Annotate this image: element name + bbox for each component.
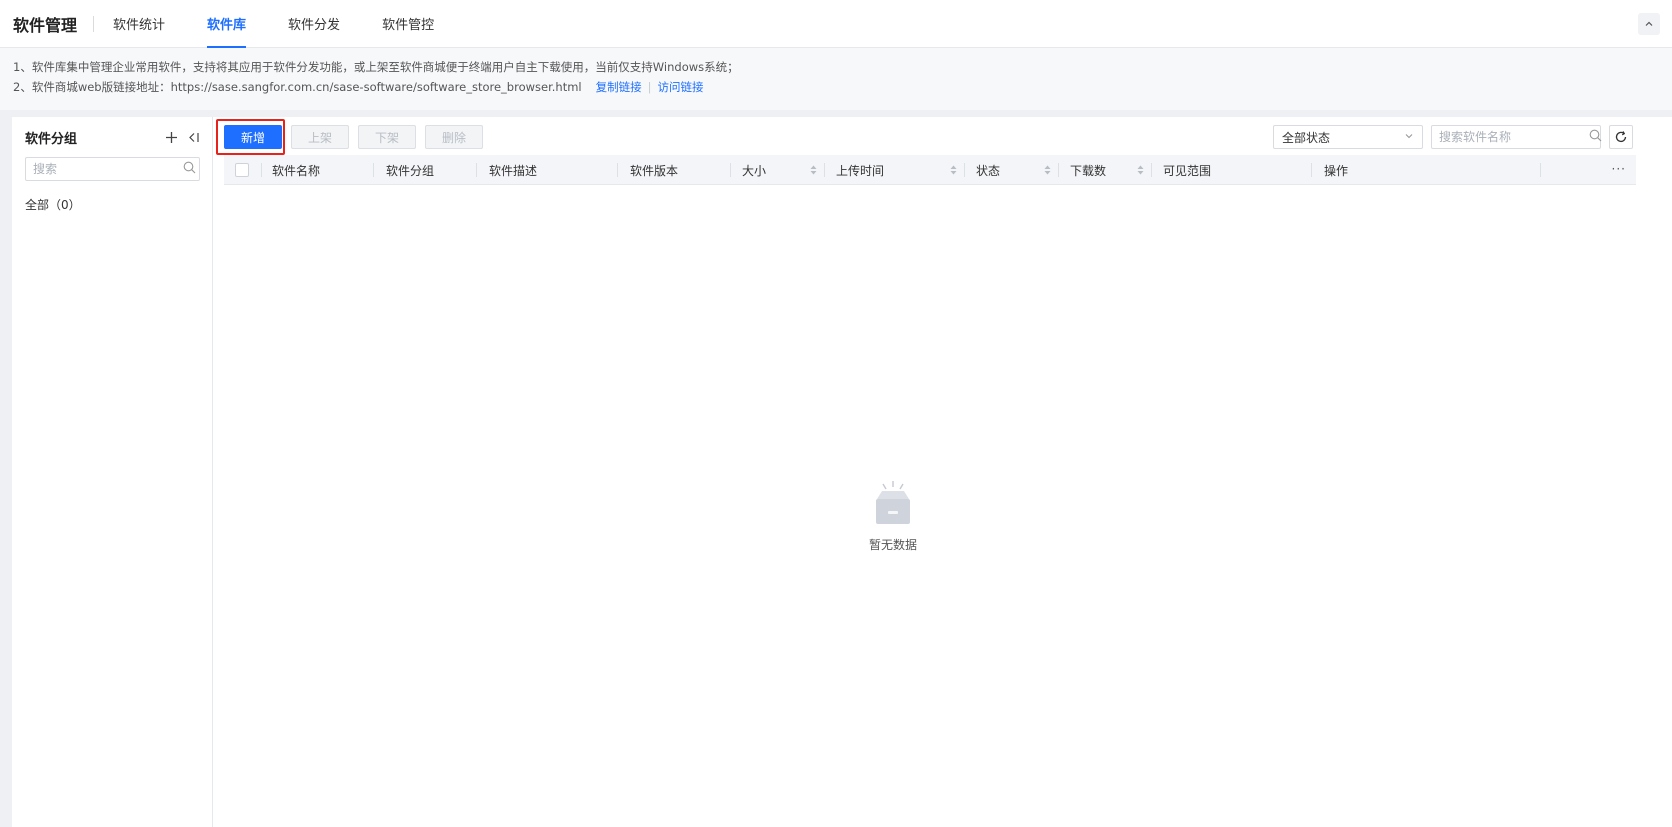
tab-bar: 软件统计 软件库 软件分发 软件管控 bbox=[109, 0, 462, 48]
search-icon[interactable] bbox=[183, 161, 196, 177]
column-label: 软件名称 bbox=[272, 163, 321, 178]
sidebar-title: 软件分组 bbox=[25, 131, 78, 147]
chevron-down-icon bbox=[1404, 130, 1414, 144]
column-label: 下载数 bbox=[1070, 163, 1107, 178]
column-label: 大小 bbox=[742, 163, 767, 178]
column-label: 软件描述 bbox=[489, 163, 538, 178]
chevron-up-icon[interactable] bbox=[1638, 13, 1660, 35]
column-header-sortable[interactable]: 下载数 bbox=[1058, 155, 1152, 185]
tab-software-library[interactable]: 软件库 bbox=[193, 0, 260, 48]
empty-text: 暂无数据 bbox=[868, 538, 917, 552]
table-header: 软件名称 软件分组 软件描述 软件版本 大小 上传时间 状态 下载数 可见范围 … bbox=[224, 155, 1636, 185]
sort-icon[interactable] bbox=[1137, 164, 1144, 176]
column-header: 可见范围 bbox=[1151, 155, 1312, 185]
link-divider: | bbox=[647, 80, 652, 94]
software-search-input[interactable] bbox=[1439, 130, 1589, 144]
column-header-sortable[interactable]: 上传时间 bbox=[824, 155, 965, 185]
toolbar: 新增 上架 下架 删除 bbox=[216, 119, 484, 155]
sort-icon[interactable] bbox=[1044, 164, 1051, 176]
unpublish-button[interactable]: 下架 bbox=[358, 125, 417, 149]
notice-panel: 1、软件库集中管理企业常用软件，支持将其应用于软件分发功能，或上架至软件商城便于… bbox=[0, 48, 1672, 110]
column-label: 操作 bbox=[1324, 163, 1349, 178]
sort-icon[interactable] bbox=[810, 164, 817, 176]
column-label: 软件分组 bbox=[386, 163, 435, 178]
column-header: 操作 bbox=[1311, 155, 1540, 185]
title-divider bbox=[93, 15, 95, 32]
status-select[interactable]: 全部状态 bbox=[1273, 125, 1423, 149]
column-header: 软件名称 bbox=[261, 155, 374, 185]
main-panel: 软件分组 全部（0） 新增 上架 下架 删除 全 bbox=[12, 117, 1672, 827]
empty-state: 暂无数据 bbox=[853, 479, 933, 553]
top-header: 软件管理 软件统计 软件库 软件分发 软件管控 bbox=[0, 0, 1672, 48]
add-button[interactable]: 新增 bbox=[224, 125, 283, 149]
app-title: 软件管理 bbox=[13, 15, 78, 35]
column-header: 软件版本 bbox=[617, 155, 731, 185]
more-icon[interactable]: ··· bbox=[1612, 162, 1626, 176]
column-header: 软件描述 bbox=[476, 155, 618, 185]
publish-button[interactable]: 上架 bbox=[291, 125, 350, 149]
visit-link[interactable]: 访问链接 bbox=[658, 80, 704, 94]
empty-box-icon bbox=[876, 481, 910, 524]
software-content: 新增 上架 下架 删除 全部状态 软件名称 bbox=[213, 117, 1672, 827]
search-icon[interactable] bbox=[1589, 129, 1602, 145]
delete-button[interactable]: 删除 bbox=[425, 125, 484, 149]
group-search-field[interactable] bbox=[25, 157, 200, 181]
group-search-input[interactable] bbox=[33, 162, 183, 176]
select-all-checkbox[interactable] bbox=[235, 163, 249, 177]
collapse-left-icon[interactable] bbox=[184, 128, 202, 146]
copy-link[interactable]: 复制链接 bbox=[596, 80, 642, 94]
column-label: 状态 bbox=[976, 163, 1001, 178]
notice-line-2: 2、软件商城web版链接地址：https://sase.sangfor.com.… bbox=[13, 77, 1659, 97]
software-search-field[interactable] bbox=[1431, 125, 1602, 149]
column-label: 可见范围 bbox=[1163, 163, 1212, 178]
status-select-value: 全部状态 bbox=[1282, 130, 1331, 145]
group-item-all[interactable]: 全部（0） bbox=[25, 196, 81, 213]
column-header-sortable[interactable]: 状态 bbox=[964, 155, 1059, 185]
column-header: 软件分组 bbox=[373, 155, 477, 185]
sort-icon[interactable] bbox=[950, 164, 957, 176]
tab-software-stats[interactable]: 软件统计 bbox=[109, 0, 179, 48]
column-label: 软件版本 bbox=[630, 163, 679, 178]
column-label: 上传时间 bbox=[836, 163, 885, 178]
column-header-sortable[interactable]: 大小 bbox=[730, 155, 825, 185]
plus-icon[interactable] bbox=[162, 128, 180, 146]
notice-line-1: 1、软件库集中管理企业常用软件，支持将其应用于软件分发功能，或上架至软件商城便于… bbox=[13, 60, 739, 74]
notice-line-2-text: 2、软件商城web版链接地址：https://sase.sangfor.com.… bbox=[13, 80, 582, 94]
group-sidebar: 软件分组 全部（0） bbox=[12, 117, 213, 827]
refresh-icon[interactable] bbox=[1609, 125, 1633, 149]
tab-software-distribution[interactable]: 软件分发 bbox=[274, 0, 354, 48]
sidebar-header: 软件分组 bbox=[25, 127, 202, 147]
tab-software-control[interactable]: 软件管控 bbox=[368, 0, 448, 48]
